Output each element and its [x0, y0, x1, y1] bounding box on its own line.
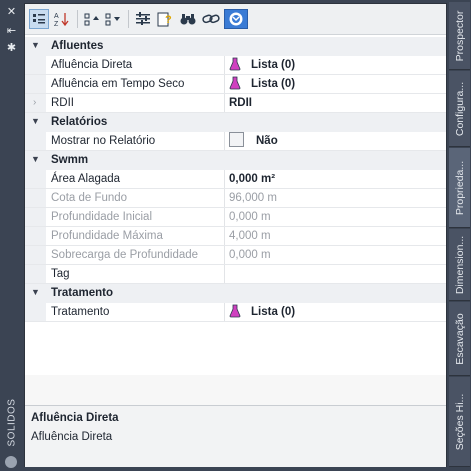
svg-text:Z: Z	[54, 21, 59, 27]
property-value[interactable]: Lista (0)	[229, 303, 295, 321]
category-swmm[interactable]: ▼ Swmm	[25, 151, 446, 170]
show-in-report-checkbox[interactable]	[229, 132, 244, 148]
property-grid: ▼ Afluentes Afluência Direta Lista (0) A…	[25, 35, 446, 375]
category-afluentes[interactable]: ▼ Afluentes	[25, 37, 446, 56]
gear-icon[interactable]: ✱	[5, 42, 18, 54]
link-button[interactable]	[201, 9, 221, 29]
alphabetical-view-button[interactable]: AZ	[52, 9, 72, 29]
property-value: 96,000 m	[229, 192, 277, 204]
flask-icon	[229, 304, 241, 318]
category-relatorios[interactable]: ▼ Relatórios	[25, 113, 446, 132]
categorized-view-button[interactable]	[29, 9, 49, 29]
description-pane: Afluência Direta Afluência Direta	[25, 405, 446, 467]
tab-prospector[interactable]: Prospector	[449, 2, 470, 70]
svg-text:A: A	[54, 13, 59, 20]
palette-menu-icon[interactable]	[5, 456, 17, 468]
property-value[interactable]: Não	[229, 132, 278, 150]
property-name: Mostrar no Relatório	[51, 135, 156, 147]
row-rdii[interactable]: › RDII RDII	[25, 94, 446, 113]
property-name: Cota de Fundo	[51, 192, 128, 204]
settings-button[interactable]	[224, 9, 248, 29]
toolbar: AZ ?	[25, 4, 446, 35]
property-filter-button[interactable]	[133, 9, 153, 29]
sliders-icon	[136, 12, 150, 25]
row-tag[interactable]: Tag	[25, 265, 446, 284]
property-value[interactable]: RDII	[229, 94, 252, 112]
flask-icon	[229, 76, 241, 90]
row-afluencia-direta[interactable]: Afluência Direta Lista (0)	[25, 56, 446, 75]
tab-propriedades[interactable]: Proprieda...	[449, 148, 470, 228]
left-side-bar: ✕ ⇤ ✱ SOLIDOS	[0, 0, 23, 471]
expand-all-button[interactable]	[103, 9, 123, 29]
property-name: Área Alagada	[51, 173, 121, 185]
row-area-alagada[interactable]: Área Alagada 0,000 m²	[25, 170, 446, 189]
property-value[interactable]: Lista (0)	[229, 56, 295, 74]
property-name: Tratamento	[51, 306, 110, 318]
collapse-caret-icon[interactable]: ▼	[31, 116, 41, 128]
property-name: Profundidade Inicial	[51, 211, 153, 223]
toolbox-icon	[229, 12, 243, 26]
row-afluencia-tempo-seco[interactable]: Afluência em Tempo Seco Lista (0)	[25, 75, 446, 94]
flask-icon	[229, 57, 241, 71]
help-document-icon: ?	[157, 12, 172, 27]
row-mostrar-relatorio[interactable]: Mostrar no Relatório Não	[25, 132, 446, 151]
svg-text:?: ?	[165, 14, 172, 26]
tab-configuracoes[interactable]: Configura...	[449, 71, 470, 147]
description-title: Afluência Direta	[31, 412, 119, 424]
collapse-caret-icon[interactable]: ▼	[31, 40, 41, 52]
tab-escavacao[interactable]: Escavação	[449, 302, 470, 376]
tab-dimensionamento[interactable]: Dimension...	[449, 229, 470, 301]
palette-tabs: Prospector Configura... Proprieda... Dim…	[448, 0, 471, 471]
row-sobrecarga-profundidade: Sobrecarga de Profundidade 0,000 m	[25, 246, 446, 265]
property-value[interactable]: 0,000 m²	[229, 170, 275, 188]
property-name: Tag	[51, 268, 70, 280]
property-name: Afluência Direta	[51, 59, 133, 71]
property-value: 4,000 m	[229, 230, 271, 242]
description-text: Afluência Direta	[31, 431, 113, 443]
close-icon[interactable]: ✕	[5, 6, 18, 18]
property-value[interactable]: Lista (0)	[229, 75, 295, 93]
auto-hide-icon[interactable]: ⇤	[5, 25, 18, 37]
help-button[interactable]: ?	[155, 9, 175, 29]
collapse-icon	[84, 13, 99, 26]
property-value: 0,000 m	[229, 249, 271, 261]
link-icon	[202, 14, 220, 24]
category-tratamento[interactable]: ▼ Tratamento	[25, 284, 446, 303]
collapse-all-button[interactable]	[82, 9, 102, 29]
expand-chevron-icon[interactable]: ›	[33, 97, 36, 108]
property-name: RDII	[51, 97, 74, 109]
row-tratamento[interactable]: Tratamento Lista (0)	[25, 303, 446, 322]
property-name: Profundidade Máxima	[51, 230, 163, 242]
tab-secoes-hidraulicas[interactable]: Seções Hi...	[449, 377, 470, 467]
collapse-caret-icon[interactable]: ▼	[31, 287, 41, 299]
find-button[interactable]	[178, 9, 198, 29]
row-profundidade-maxima: Profundidade Máxima 4,000 m	[25, 227, 446, 246]
property-name: Afluência em Tempo Seco	[51, 78, 185, 90]
properties-panel: AZ ? ▼ Afluentes Afluência Direta Lista …	[24, 3, 447, 467]
palette-title: SOLIDOS	[6, 398, 18, 447]
binoculars-icon	[180, 14, 196, 25]
categorized-icon	[33, 14, 45, 24]
row-profundidade-inicial: Profundidade Inicial 0,000 m	[25, 208, 446, 227]
property-value: 0,000 m	[229, 211, 271, 223]
collapse-caret-icon[interactable]: ▼	[31, 154, 41, 166]
property-name: Sobrecarga de Profundidade	[51, 249, 199, 261]
sort-az-icon: AZ	[54, 13, 69, 27]
expand-icon	[105, 13, 120, 26]
row-cota-fundo: Cota de Fundo 96,000 m	[25, 189, 446, 208]
